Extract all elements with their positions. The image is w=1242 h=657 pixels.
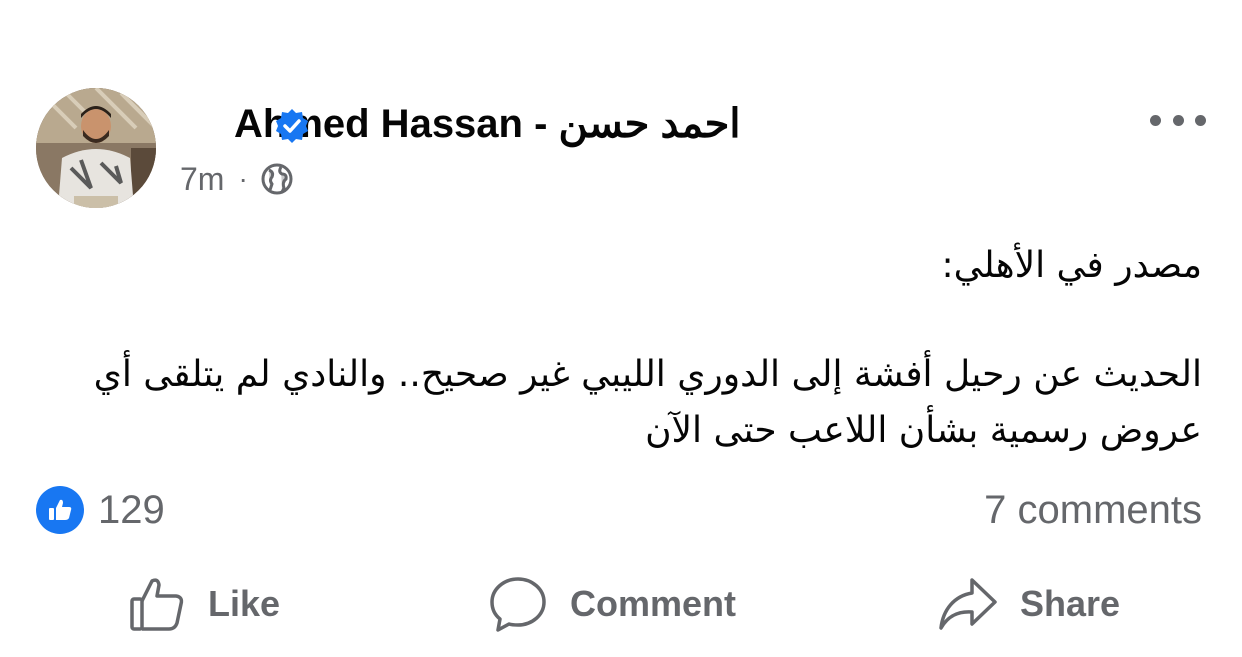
reaction-summary[interactable]: 129 <box>36 484 165 536</box>
verified-badge-icon <box>276 109 308 143</box>
comment-button[interactable]: Comment <box>488 568 736 640</box>
post-timestamp[interactable]: 7m <box>180 161 224 198</box>
more-dot <box>1150 114 1161 126</box>
more-dot <box>1172 114 1184 126</box>
post-action-bar: Like Comment Share <box>0 568 1242 640</box>
share-button[interactable]: Share <box>938 568 1120 640</box>
author-name[interactable]: Ahmed Hassan - احمد حسن <box>234 96 834 152</box>
like-button[interactable]: Like <box>128 568 280 640</box>
thumbs-up-icon <box>130 578 184 631</box>
speech-bubble-icon <box>490 577 546 632</box>
like-count: 129 <box>98 487 165 532</box>
more-dot <box>1195 114 1206 126</box>
share-arrow-icon <box>939 578 997 630</box>
more-options-icon[interactable] <box>1150 108 1206 132</box>
share-label: Share <box>1020 583 1121 624</box>
like-reaction-icon <box>36 486 84 534</box>
globe-icon[interactable] <box>260 162 294 196</box>
post-meta: 7m · <box>180 158 294 200</box>
comment-label: Comment <box>570 583 737 624</box>
post-body-text: الحديث عن رحيل أفشة إلى الدوري الليبي غي… <box>93 354 1202 451</box>
like-label: Like <box>208 583 281 624</box>
author-avatar[interactable] <box>36 88 156 208</box>
comments-count-link[interactable]: 7 comments <box>984 484 1202 536</box>
post-body-heading: مصدر في الأهلي: <box>941 245 1202 286</box>
meta-separator: · <box>238 163 248 194</box>
